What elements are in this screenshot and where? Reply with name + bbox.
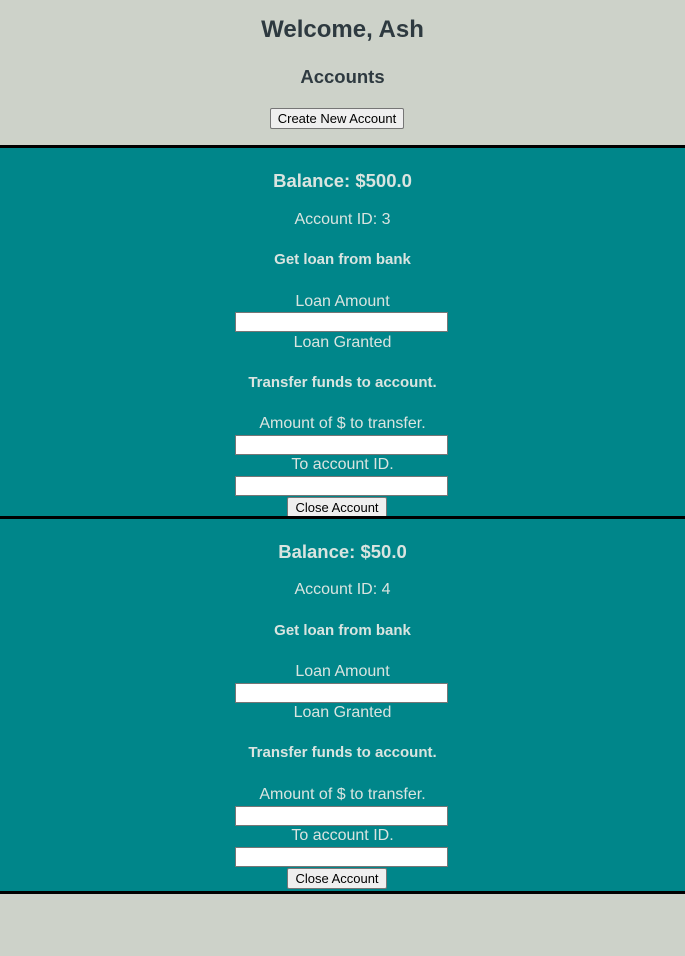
transfer-amount-label: Amount of $ to transfer.	[259, 415, 426, 432]
transfer-heading: Transfer funds to account.	[248, 744, 437, 761]
loan-amount-input[interactable]	[235, 683, 448, 703]
close-account-button[interactable]: Close Account	[287, 868, 387, 889]
loan-status: Loan Granted	[293, 334, 392, 351]
account-id: Account ID: 3	[294, 211, 391, 228]
transfer-amount-input[interactable]	[235, 806, 448, 826]
account-card: Balance: $50.0 Account ID: 4 Get loan fr…	[0, 516, 685, 894]
to-account-label: To account ID.	[291, 827, 394, 844]
account-balance: Balance: $50.0	[278, 541, 407, 562]
account-card: Balance: $500.0 Account ID: 3 Get loan f…	[0, 145, 685, 522]
loan-heading: Get loan from bank	[274, 251, 411, 268]
page-header: Welcome, Ash Accounts Create New Account	[0, 0, 685, 145]
loan-heading: Get loan from bank	[274, 622, 411, 639]
transfer-amount-label: Amount of $ to transfer.	[259, 786, 426, 803]
welcome-heading: Welcome, Ash	[261, 16, 424, 43]
transfer-amount-input[interactable]	[235, 435, 448, 455]
loan-amount-label: Loan Amount	[295, 293, 390, 310]
account-balance: Balance: $500.0	[273, 170, 412, 191]
accounts-heading: Accounts	[300, 66, 385, 87]
to-account-input[interactable]	[235, 476, 448, 496]
loan-status: Loan Granted	[293, 704, 392, 721]
to-account-input[interactable]	[235, 847, 448, 867]
loan-amount-input[interactable]	[235, 312, 448, 332]
to-account-label: To account ID.	[291, 456, 394, 473]
transfer-heading: Transfer funds to account.	[248, 374, 437, 391]
loan-amount-label: Loan Amount	[295, 663, 390, 680]
close-account-button[interactable]: Close Account	[287, 497, 387, 518]
create-new-account-button[interactable]: Create New Account	[270, 108, 404, 129]
account-id: Account ID: 4	[294, 581, 391, 598]
